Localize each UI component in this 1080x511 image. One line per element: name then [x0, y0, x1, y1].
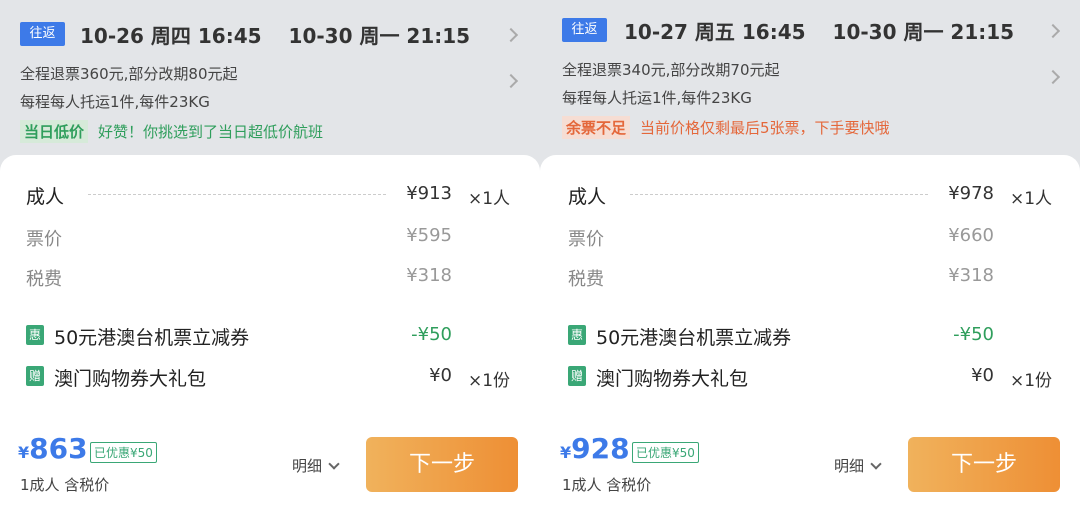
- return-time: 10-30 周一 21:15: [832, 20, 1015, 44]
- coupon-amount: -¥50: [953, 324, 994, 345]
- depart-time: 10-27 周五 16:45: [624, 20, 806, 44]
- gift-qty: ×1份: [1010, 371, 1053, 391]
- tag-text: 当前价格仅剩最后5张票，下手要快哦: [640, 119, 890, 137]
- price-tagline: 余票不足 当前价格仅剩最后5张票，下手要快哦: [562, 116, 890, 139]
- gift-amount: ¥0: [971, 365, 994, 386]
- detail-toggle[interactable]: 明细: [292, 455, 340, 476]
- low-price-tag: 当日低价: [20, 120, 89, 143]
- discount-badge: 已优惠¥50: [632, 442, 699, 463]
- fare-amount: ¥595: [406, 225, 452, 246]
- flight-summary[interactable]: 往返 10-27 周五 16:45 10-30 周一 21:15 全程退票340…: [540, 0, 1080, 175]
- gift-label: 澳门购物券大礼包: [596, 368, 749, 390]
- gift-icon: 赠: [26, 366, 44, 386]
- divider: [88, 194, 386, 195]
- coupon-amount: -¥50: [411, 324, 452, 345]
- depart-time: 10-26 周四 16:45: [80, 24, 262, 48]
- next-step-button[interactable]: 下一步: [366, 437, 518, 492]
- discount-badge: 已优惠¥50: [90, 442, 157, 463]
- total-amount: 928: [571, 432, 630, 465]
- return-time: 10-30 周一 21:15: [288, 24, 471, 48]
- chevron-down-icon: [870, 458, 882, 470]
- adult-label: 成人: [568, 186, 607, 208]
- tax-amount: ¥318: [948, 265, 994, 286]
- low-stock-tag: 余票不足: [562, 116, 631, 139]
- price-tagline: 当日低价 好赞！你挑选到了当日超低价航班: [20, 120, 323, 143]
- refund-policy: 全程退票360元,部分改期80元起: [20, 65, 238, 83]
- total-amount: 863: [29, 432, 88, 465]
- coupon-icon: 惠: [568, 325, 586, 345]
- chevron-down-icon: [328, 458, 340, 470]
- divider: [630, 194, 928, 195]
- adult-label: 成人: [26, 186, 65, 208]
- flight-times: 10-26 周四 16:45 10-30 周一 21:15: [80, 20, 490, 49]
- tax-label: 税费: [568, 269, 604, 290]
- currency-symbol: ¥: [18, 443, 30, 462]
- tax-amount: ¥318: [406, 265, 452, 286]
- adult-qty: ×1人: [1010, 189, 1053, 209]
- gift-qty: ×1份: [468, 371, 511, 391]
- booking-panel-1: 往返 10-26 周四 16:45 10-30 周一 21:15 全程退票360…: [0, 0, 540, 511]
- detail-label: 明细: [834, 457, 865, 475]
- adult-price: ¥913: [406, 183, 452, 204]
- next-step-button[interactable]: 下一步: [908, 437, 1060, 492]
- tag-text: 好赞！你挑选到了当日超低价航班: [98, 123, 324, 141]
- tax-label: 税费: [26, 269, 62, 290]
- fare-label: 票价: [26, 229, 62, 250]
- coupon-icon: 惠: [26, 325, 44, 345]
- fare-label: 票价: [568, 229, 604, 250]
- baggage-policy: 每程每人托运1件,每件23KG: [20, 93, 210, 111]
- detail-label: 明细: [292, 457, 323, 475]
- chevron-right-icon[interactable]: [1045, 23, 1061, 39]
- chevron-right-icon[interactable]: [1045, 69, 1061, 85]
- currency-symbol: ¥: [560, 443, 572, 462]
- total-price: ¥863: [18, 432, 88, 465]
- chevron-right-icon[interactable]: [503, 73, 519, 89]
- flight-times: 10-27 周五 16:45 10-30 周一 21:15: [624, 16, 1034, 45]
- coupon-label: 50元港澳台机票立减券: [596, 327, 792, 349]
- refund-policy: 全程退票340元,部分改期70元起: [562, 61, 780, 79]
- adult-qty: ×1人: [468, 189, 511, 209]
- total-subtitle: 1成人 含税价: [562, 476, 652, 494]
- comparison-screen: 往返 10-26 周四 16:45 10-30 周一 21:15 全程退票360…: [0, 0, 1080, 511]
- chevron-right-icon[interactable]: [503, 27, 519, 43]
- round-trip-badge: 往返: [562, 18, 607, 42]
- baggage-policy: 每程每人托运1件,每件23KG: [562, 89, 752, 107]
- fare-amount: ¥660: [948, 225, 994, 246]
- gift-icon: 赠: [568, 366, 586, 386]
- coupon-label: 50元港澳台机票立减券: [54, 327, 250, 349]
- round-trip-badge: 往返: [20, 22, 65, 46]
- adult-price: ¥978: [948, 183, 994, 204]
- total-subtitle: 1成人 含税价: [20, 476, 110, 494]
- gift-amount: ¥0: [429, 365, 452, 386]
- detail-toggle[interactable]: 明细: [834, 455, 882, 476]
- gift-label: 澳门购物券大礼包: [54, 368, 207, 390]
- total-price: ¥928: [560, 432, 630, 465]
- booking-panel-2: 往返 10-27 周五 16:45 10-30 周一 21:15 全程退票340…: [540, 0, 1080, 511]
- flight-summary[interactable]: 往返 10-26 周四 16:45 10-30 周一 21:15 全程退票360…: [0, 0, 540, 175]
